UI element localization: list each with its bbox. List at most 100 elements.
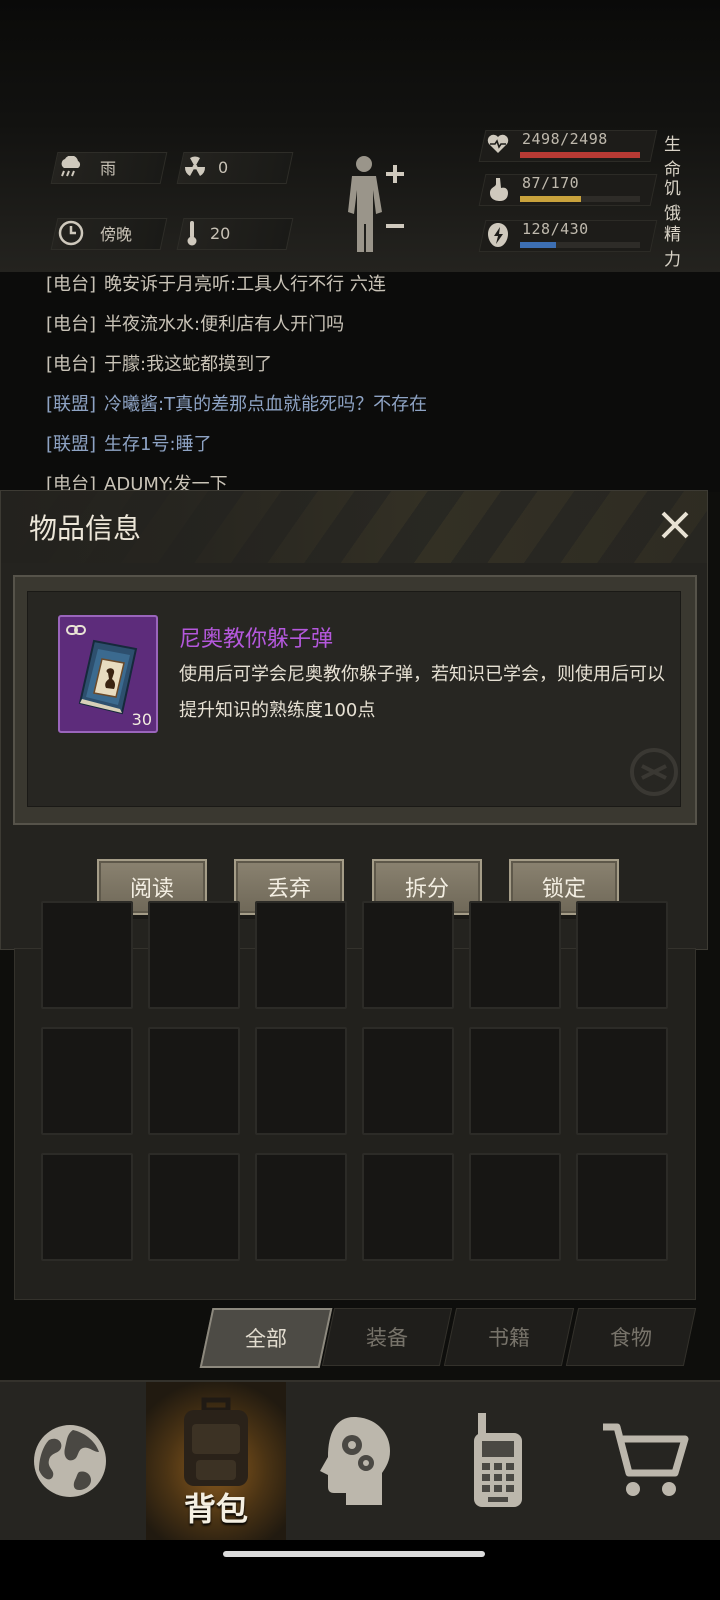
tab-equipment[interactable]: 装备: [321, 1308, 453, 1366]
chat-message: [电台] 半夜流水水:便利店有人开门吗: [46, 310, 344, 336]
rain-cloud-icon: [58, 154, 84, 180]
clock-icon: [58, 220, 84, 246]
inventory-slot[interactable]: [469, 901, 561, 1009]
vital-bar: [520, 242, 640, 248]
status-bar: 雨 0 傍晚 20 2498/2498 生命 87/170 饥饿 128/430 精力: [0, 0, 720, 274]
walkie-talkie-icon: [474, 1413, 522, 1507]
chat-channel: [电台]: [46, 314, 97, 335]
chat-message: [电台] 晚安诉于月亮听:工具人行不行 六连: [46, 272, 386, 296]
time-of-day-label: 傍晚: [100, 225, 133, 244]
temperature-stat: 20: [184, 218, 230, 248]
radiation-stat: 0: [182, 152, 228, 182]
nav-skills-button[interactable]: [286, 1382, 426, 1540]
vital-value: 2498/2498: [522, 130, 608, 148]
chat-text: 半夜流水水:便利店有人开门吗: [104, 314, 345, 335]
category-tabs: 全部 装备 书籍 食物: [199, 1308, 700, 1368]
chat-channel: [联盟]: [46, 434, 97, 455]
time-stat: 傍晚: [58, 218, 132, 248]
vital-value: 128/430: [522, 220, 589, 238]
chat-text: 晚安诉于月亮听:工具人行不行 六连: [104, 274, 386, 295]
bound-link-icon: [66, 625, 86, 635]
inventory-slot[interactable]: [148, 901, 240, 1009]
tab-food[interactable]: 食物: [565, 1308, 697, 1366]
weather-label: 雨: [100, 159, 117, 178]
inventory-slot[interactable]: [41, 1027, 133, 1135]
shopping-cart-icon: [603, 1423, 689, 1496]
item-name: 尼奥教你躲子弹: [179, 627, 334, 652]
temperature-value: 20: [210, 223, 231, 243]
skill-book-icon: [78, 639, 138, 715]
tab-all[interactable]: 全部: [199, 1308, 333, 1368]
vital-bar: [520, 152, 640, 158]
inventory-slot[interactable]: [576, 1027, 668, 1135]
close-button[interactable]: [655, 505, 695, 545]
inventory-slot[interactable]: [41, 901, 133, 1009]
body-status-button[interactable]: [344, 150, 414, 258]
inventory-slot[interactable]: [362, 901, 454, 1009]
nav-radio-button[interactable]: [428, 1382, 568, 1540]
tab-label: 装备: [366, 1326, 408, 1350]
dialog-title: 物品信息: [29, 512, 142, 545]
globe-icon: [34, 1425, 106, 1497]
inventory-slot[interactable]: [148, 1027, 240, 1135]
plus-icon: [386, 165, 404, 183]
vital-row: 87/170 饥饿: [478, 168, 692, 224]
vital-bar-fill: [520, 152, 640, 158]
inventory-slot[interactable]: [576, 1153, 668, 1261]
nav-shop-button[interactable]: [576, 1382, 716, 1540]
nav-bag-label: 背包: [183, 1490, 248, 1528]
tab-label: 书籍: [488, 1326, 530, 1350]
chat-message: [联盟] 生存1号:睡了: [46, 430, 212, 456]
chat-log[interactable]: [电台] 晚安诉于月亮听:工具人行不行 六连 [电台] 半夜流水水:便利店有人开门吗[…: [0, 272, 720, 492]
vital-bar-fill: [520, 242, 556, 248]
vital-value: 87/170: [522, 174, 580, 192]
chat-text: 冷曦酱:T真的差那点血就能死吗？不存在: [104, 394, 428, 415]
bottom-navigation: 背包: [0, 1380, 720, 1542]
chat-channel: [电台]: [46, 274, 97, 295]
chat-text: 于朦:我这蛇都摸到了: [104, 354, 273, 375]
item-info-dialog: 物品信息 30 尼奥教你躲子弹 使用后可学会尼奥教你躲子弹，若知识已学会，则使用…: [0, 490, 708, 950]
energy-icon: [486, 222, 510, 248]
system-bar: [0, 1540, 720, 1600]
inventory-slot[interactable]: [148, 1153, 240, 1261]
item-description: 使用后可学会尼奥教你躲子弹，若知识已学会，则使用后可以提升知识的熟练度100点: [179, 664, 665, 721]
inventory-slot[interactable]: [576, 901, 668, 1009]
nav-bag-button[interactable]: 背包: [146, 1382, 286, 1540]
inventory-slot[interactable]: [469, 1153, 561, 1261]
chat-message: [电台] 于朦:我这蛇都摸到了: [46, 350, 272, 376]
radiation-value: 0: [218, 157, 229, 177]
inventory-grid: [14, 901, 696, 1300]
inventory-slot[interactable]: [255, 901, 347, 1009]
vital-bar: [520, 196, 640, 202]
item-count: 30: [131, 710, 152, 729]
nav-world-button[interactable]: [0, 1382, 140, 1540]
tab-books[interactable]: 书籍: [443, 1308, 575, 1366]
vital-bar-fill: [520, 196, 582, 202]
tab-label: 食物: [610, 1326, 652, 1350]
home-indicator[interactable]: [223, 1551, 485, 1557]
vital-row: 128/430 精力: [478, 214, 692, 270]
inventory-slot[interactable]: [362, 1153, 454, 1261]
chat-channel: [电台]: [46, 354, 97, 375]
vital-label: 精力: [664, 225, 681, 270]
chat-text: 生存1号:睡了: [104, 434, 212, 455]
inventory-slot[interactable]: [362, 1027, 454, 1135]
inventory-slot[interactable]: [41, 1153, 133, 1261]
weather-stat: 雨: [58, 152, 116, 182]
backpack-icon: [184, 1397, 248, 1486]
lock-watermark-icon: [630, 748, 678, 796]
head-gears-icon: [320, 1417, 390, 1505]
radiation-icon: [182, 154, 208, 180]
tab-label: 全部: [245, 1327, 287, 1351]
inventory-slot[interactable]: [255, 1153, 347, 1261]
inventory-slot[interactable]: [255, 1027, 347, 1135]
item-icon-slot: 30: [58, 615, 158, 733]
chat-message: [联盟] 冷曦酱:T真的差那点血就能死吗？不存在: [46, 390, 427, 416]
chat-channel: [联盟]: [46, 394, 97, 415]
chat-message: [电台] ADUMY:发一下: [46, 470, 228, 492]
thermometer-icon: [184, 220, 200, 246]
inventory-slot[interactable]: [469, 1027, 561, 1135]
heart-icon: [486, 132, 510, 158]
stomach-icon: [486, 176, 510, 202]
close-icon: [661, 511, 689, 539]
